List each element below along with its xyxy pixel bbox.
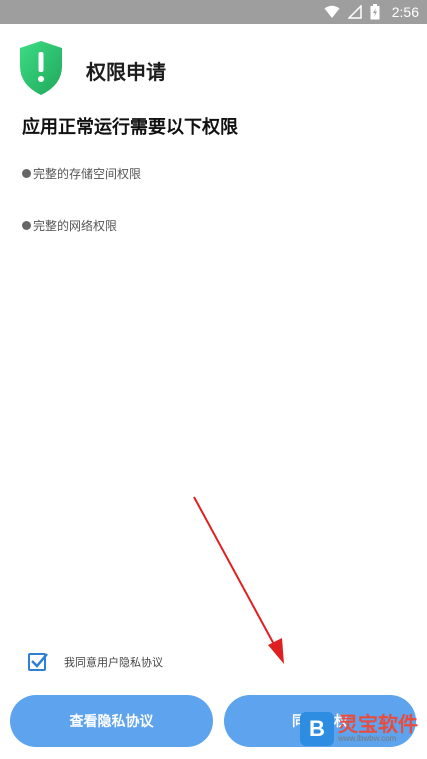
header: 权限申请 [18,40,166,96]
status-bar: 2:56 [0,0,427,24]
bullet-icon [22,169,31,178]
permission-item-network: 完整的网络权限 [22,217,117,234]
status-time: 2:56 [391,4,419,20]
watermark-url: www.lbwbw.com [338,734,397,743]
signal-icon [347,5,362,19]
permission-label: 完整的网络权限 [33,219,118,233]
permission-label: 完整的存储空间权限 [33,167,142,181]
permission-item-storage: 完整的存储空间权限 [22,165,141,182]
watermark-name: 灵宝软件 [338,712,418,736]
wifi-icon [324,5,340,18]
page-title: 权限申请 [86,60,166,84]
watermark: B 灵宝软件 www.lbwbw.com [300,712,418,746]
battery-icon [370,4,380,20]
watermark-logo-icon: B [300,712,334,746]
agreement-checkbox[interactable] [28,653,48,671]
check-icon [31,653,48,668]
agreement-label: 我同意用户隐私协议 [64,656,163,669]
permission-subtitle: 应用正常运行需要以下权限 [22,117,238,138]
shield-exclamation-icon [20,41,62,95]
agreement-row[interactable]: 我同意用户隐私协议 [28,653,163,671]
view-privacy-button[interactable]: 查看隐私协议 [10,695,213,747]
bullet-icon [22,221,31,230]
